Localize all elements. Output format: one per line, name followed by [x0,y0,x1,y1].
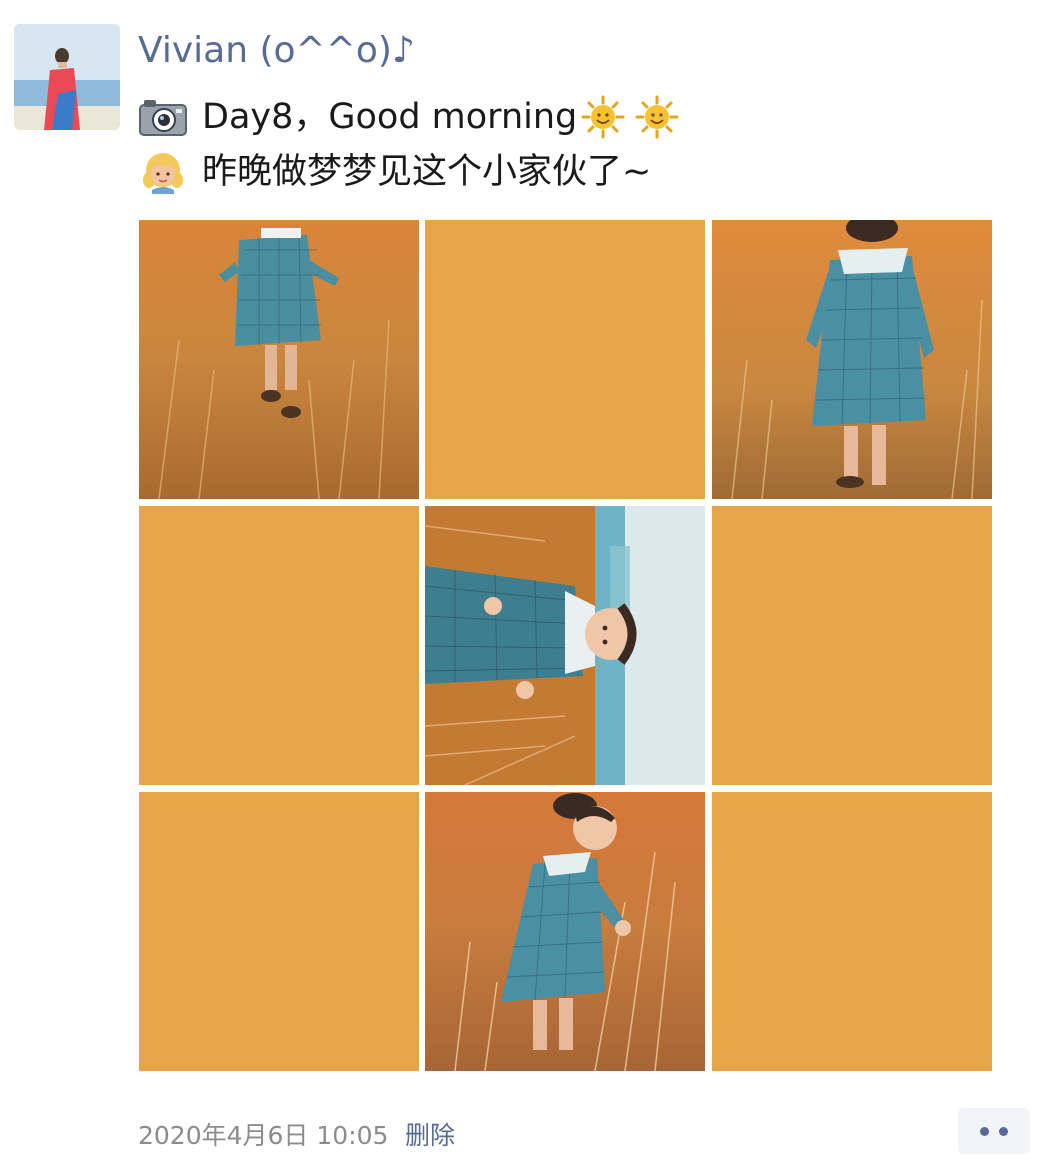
photo-thumbnail-blank[interactable] [139,792,419,1071]
photo-thumbnail-blank[interactable] [425,220,705,499]
delete-link[interactable]: 删除 [405,1118,455,1154]
post-timestamp: 2020年4月6日 10:05 [138,1121,389,1150]
photo-thumbnail[interactable] [139,220,419,499]
photo-grid [139,220,992,1071]
avatar[interactable] [14,24,120,130]
more-actions-button[interactable] [958,1108,1030,1154]
photo-thumbnail[interactable] [712,220,992,499]
girl-emoji-icon [138,150,188,194]
post-text-line-1-text: Day8，Good morning [202,97,578,137]
sun-emoji-icon [581,95,625,139]
post-text-line-2-text: 昨晚做梦梦见这个小家伙了~ [202,152,652,192]
post-author[interactable]: Vivian (o^^o)♪ [138,26,415,76]
more-dot-icon [980,1126,989,1136]
sun-emoji-icon [635,95,679,139]
camera-icon [138,95,188,139]
more-dot-icon [999,1126,1008,1136]
post-text-line-2: 昨晚做梦梦见这个小家伙了~ [138,148,651,196]
photo-thumbnail-blank[interactable] [712,792,992,1071]
photo-thumbnail-blank[interactable] [139,506,419,785]
photo-thumbnail[interactable] [425,506,705,785]
post-text-line-1: Day8，Good morning [138,93,679,141]
photo-thumbnail-blank[interactable] [712,506,992,785]
photo-thumbnail[interactable] [425,792,705,1071]
